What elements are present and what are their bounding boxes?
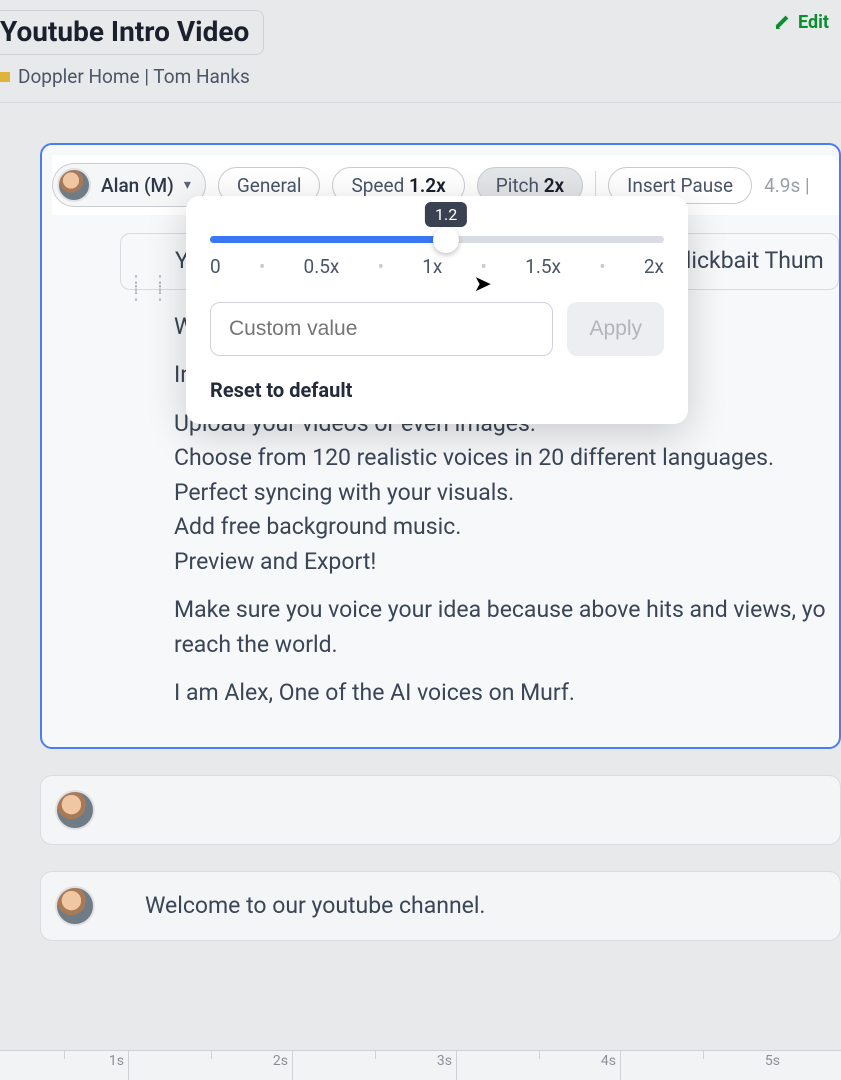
edit-button[interactable]: Edit — [772, 12, 829, 33]
pitch-value: 2x — [544, 174, 564, 197]
mark-2: 1x — [422, 255, 442, 278]
tick: 2s — [128, 1051, 292, 1080]
speed-label: Speed — [351, 174, 409, 197]
custom-value-input[interactable] — [210, 302, 553, 356]
avatar — [55, 886, 95, 926]
tick: 5s — [620, 1051, 784, 1080]
p8: Preview and Export! — [174, 548, 376, 575]
mark-0: 0 — [210, 255, 221, 278]
secondary-text: Welcome to our youtube channel. — [145, 892, 486, 919]
mark-3: 1.5x — [525, 255, 561, 278]
slider-labels: 0 • 0.5x • 1x • 1.5x • 2x — [210, 255, 664, 278]
speed-value: 1.2x — [409, 174, 446, 197]
secondary-block[interactable]: Welcome to our youtube channel. — [40, 871, 841, 941]
voice-name: Alan (M) — [101, 174, 174, 197]
duration-display: 4.9s | — [764, 174, 810, 197]
secondary-block-empty[interactable] — [40, 775, 841, 845]
pencil-icon — [772, 14, 790, 32]
p10: I am Alex, One of the AI voices on Murf. — [174, 676, 839, 711]
edit-label: Edit — [798, 12, 829, 33]
mark-dot: • — [599, 255, 605, 278]
slider-tooltip: 1.2 — [425, 202, 467, 227]
custom-row: Apply — [210, 302, 664, 356]
tick: 1s — [0, 1051, 128, 1080]
reset-to-default-link[interactable]: Reset to default — [210, 378, 664, 402]
pitch-label: Pitch — [496, 174, 544, 197]
speed-popover: 1.2 ➤ 0 • 0.5x • 1x • 1.5x • 2x Apply Re… — [186, 196, 688, 424]
mark-dot: • — [259, 255, 265, 278]
breadcrumb-text: Doppler Home | Tom Hanks — [18, 65, 250, 88]
tick: 4s — [456, 1051, 620, 1080]
folder-color-dot — [0, 72, 10, 82]
breadcrumb[interactable]: Doppler Home | Tom Hanks — [0, 65, 827, 88]
mark-1: 0.5x — [304, 255, 340, 278]
avatar — [57, 168, 91, 202]
project-title[interactable]: Youtube Intro Video — [0, 10, 264, 55]
apply-button[interactable]: Apply — [567, 302, 664, 356]
tick: 3s — [292, 1051, 456, 1080]
toolbar-divider — [595, 171, 596, 199]
slider-thumb[interactable] — [433, 227, 459, 253]
slider-fill — [210, 236, 446, 243]
p7: Add free background music. — [174, 513, 461, 540]
avatar — [55, 790, 95, 830]
mark-dot: • — [481, 255, 487, 278]
p9: Make sure you voice your idea because ab… — [174, 593, 839, 662]
voice-selector[interactable]: Alan (M) ▾ — [52, 163, 206, 207]
header: Youtube Intro Video Edit Doppler Home | … — [0, 0, 841, 103]
slider[interactable]: 1.2 ➤ 0 • 0.5x • 1x • 1.5x • 2x — [210, 236, 664, 278]
p5: Choose from 120 realistic voices in 20 d… — [174, 444, 774, 471]
mark-4: 2x — [644, 255, 664, 278]
slider-track[interactable] — [210, 236, 664, 243]
chevron-down-icon: ▾ — [184, 177, 191, 193]
mark-dot: • — [378, 255, 384, 278]
drag-handle-icon[interactable]: ⋮⋮⋮⋮ — [126, 277, 174, 297]
timeline-ruler[interactable]: 1s 2s 3s 4s 5s — [0, 1050, 841, 1080]
p6: Perfect syncing with your visuals. — [174, 479, 514, 506]
